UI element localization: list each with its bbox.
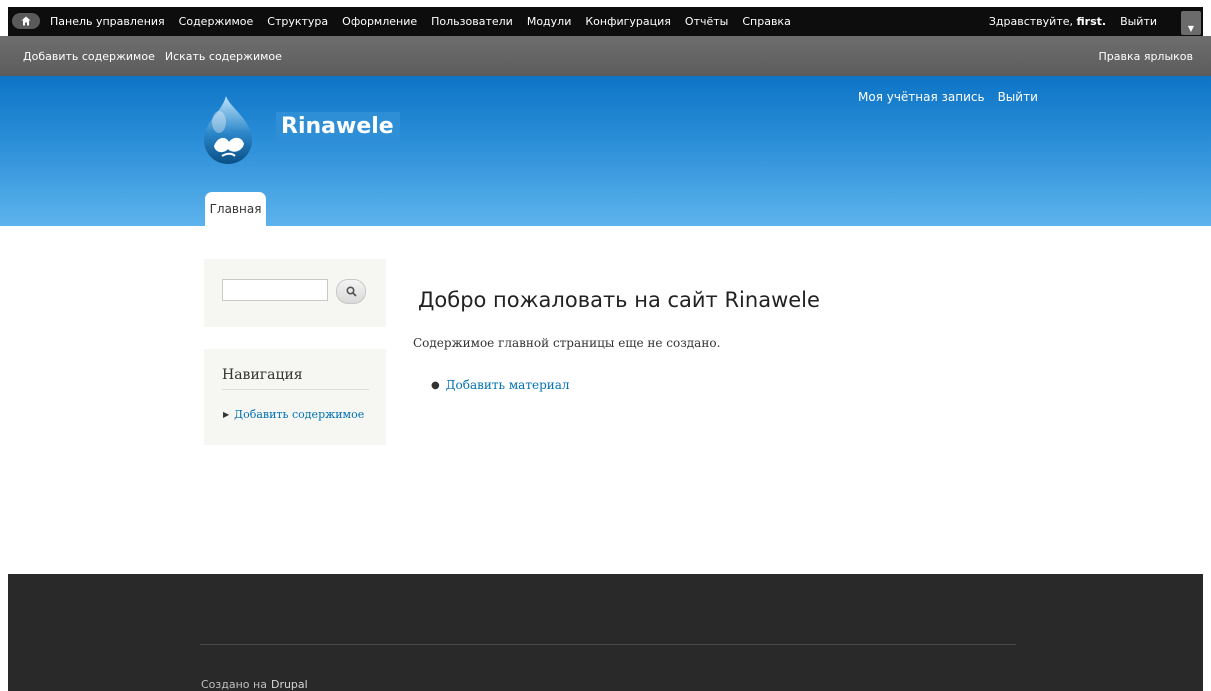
shortcuts-toggle-button[interactable]: ▼ <box>1181 11 1201 35</box>
triangle-right-icon: ▶ <box>223 410 230 419</box>
add-material-link[interactable]: Добавить материал <box>446 378 570 392</box>
admin-menu-content[interactable]: Содержимое <box>179 15 254 28</box>
admin-menu-people[interactable]: Пользователи <box>431 15 513 28</box>
drupal-link[interactable]: Drupal <box>271 678 308 691</box>
admin-menu-modules[interactable]: Модули <box>527 15 572 28</box>
search-input[interactable] <box>222 279 328 301</box>
my-account-link[interactable]: Моя учётная запись <box>858 90 985 104</box>
user-menu: Здравствуйте, first. Выйти <box>989 7 1157 36</box>
admin-menu-configuration[interactable]: Конфигурация <box>585 15 671 28</box>
navigation-title: Навигация <box>222 367 369 390</box>
admin-menu-help[interactable]: Справка <box>742 15 790 28</box>
intro-text: Содержимое главной страницы еще не созда… <box>413 336 721 350</box>
tab-home[interactable]: Главная <box>205 192 266 226</box>
admin-toolbar-bar: Панель управления Содержимое Структура О… <box>8 7 1203 36</box>
navigation-block: Навигация ▶ Добавить содержимое <box>204 349 386 445</box>
bullet-icon: ● <box>431 379 440 391</box>
chevron-down-icon: ▼ <box>1187 24 1195 33</box>
toolbar-logout-link[interactable]: Выйти <box>1120 15 1157 28</box>
username-link[interactable]: first. <box>1077 15 1107 28</box>
home-button[interactable] <box>12 13 40 29</box>
shortcut-find-content[interactable]: Искать содержимое <box>165 50 282 63</box>
greeting-prefix: Здравствуйте, <box>988 15 1073 28</box>
page-title: Добро пожаловать на сайт Rinawele <box>418 288 820 312</box>
sidebar-item-add-content[interactable]: ▶ Добавить содержимое <box>223 408 364 421</box>
search-button[interactable] <box>336 279 366 304</box>
site-header: Rinawele Моя учётная запись Выйти Главна… <box>0 76 1211 226</box>
site-footer: Создано на Drupal <box>8 574 1203 691</box>
sidebar-item-label[interactable]: Добавить содержимое <box>234 408 364 421</box>
admin-toolbar: Панель управления Содержимое Структура О… <box>0 0 1211 40</box>
shortcut-add-content[interactable]: Добавить содержимое <box>23 50 155 63</box>
header-logout-link[interactable]: Выйти <box>998 90 1038 104</box>
list-item: ● Добавить материал <box>431 378 570 392</box>
footer-credit: Создано на Drupal <box>201 678 308 691</box>
secondary-menu: Моя учётная запись Выйти <box>858 90 1051 104</box>
edit-shortcuts-link[interactable]: Правка ярлыков <box>1098 50 1193 63</box>
greeting: Здравствуйте, first. <box>989 15 1106 28</box>
shortcuts-bar: Добавить содержимое Искать содержимое Пр… <box>0 36 1211 76</box>
home-icon <box>21 16 31 26</box>
admin-menu: Панель управления Содержимое Структура О… <box>50 7 805 36</box>
drupal-logo-icon[interactable] <box>202 94 254 166</box>
search-block <box>204 259 386 327</box>
site-name[interactable]: Rinawele <box>276 112 400 142</box>
admin-menu-dashboard[interactable]: Панель управления <box>50 15 165 28</box>
admin-menu-structure[interactable]: Структура <box>267 15 328 28</box>
admin-menu-reports[interactable]: Отчёты <box>685 15 728 28</box>
search-icon <box>345 286 357 297</box>
footer-divider <box>200 644 1016 645</box>
admin-menu-appearance[interactable]: Оформление <box>342 15 417 28</box>
footer-credit-text: Создано на <box>201 678 267 691</box>
